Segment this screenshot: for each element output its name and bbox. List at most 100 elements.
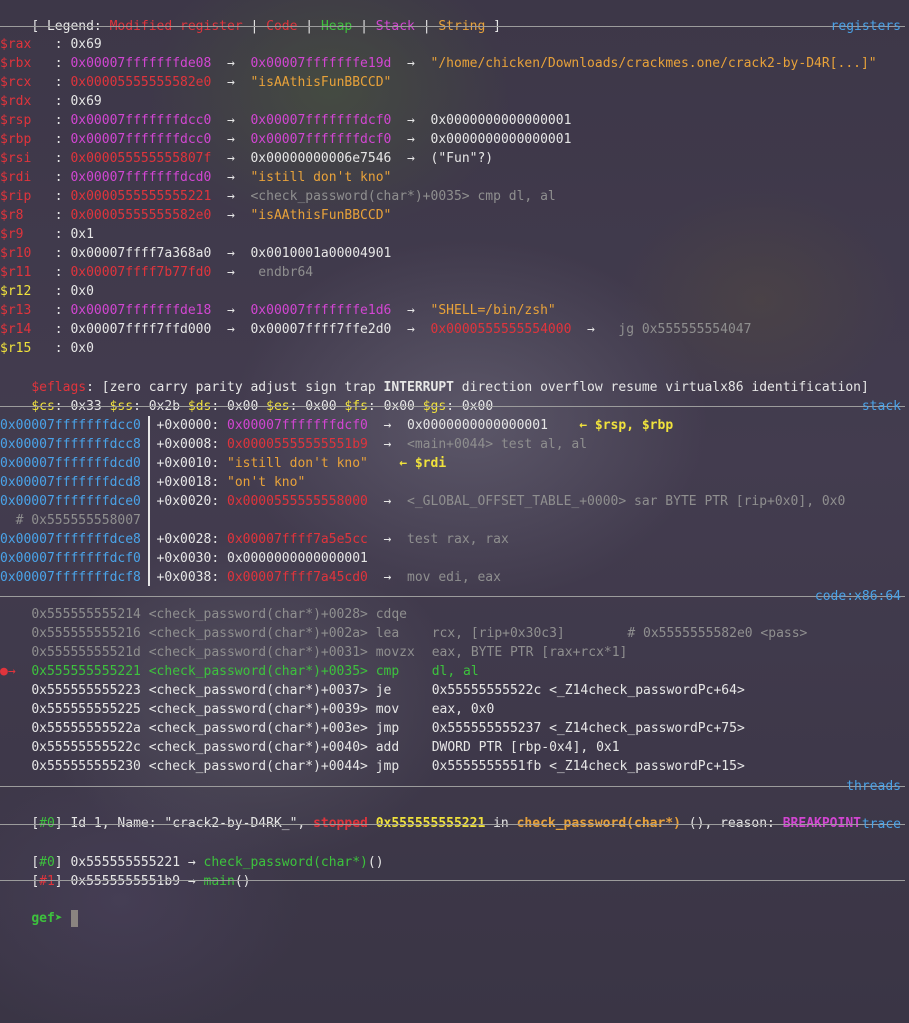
segments-line: $cs: 0x33 $ss: 0x2b $ds: 0x00 $es: 0x00 … [0,378,493,414]
register-row-rax: $rax : 0x69 [0,37,102,52]
deref-arrow: → [211,170,251,185]
register-name: $rbp [0,132,32,147]
register-value: 0x000055555555807f [70,151,212,166]
separator-end [0,880,905,881]
code-address: 0x55555555521d [31,645,141,660]
deref-arrow: → [391,132,431,147]
section-title-code: code:x86:64 [814,589,901,604]
stack-offset: +0x0000: [156,418,220,433]
code-row: 0x555555555223 <check_password(char*)+00… [0,681,744,700]
register-deref: "isAAthisFunBBCCD" [250,75,392,90]
code-address: 0x55555555522a [31,721,141,736]
deref-arrow: → [211,303,251,318]
trace-tail-0: () [367,855,384,870]
register-name: $rip [0,189,32,204]
stack-address: 0x00007fffffffdcd0 [0,456,141,471]
register-deref: 0x00007fffffffe19d [250,56,392,71]
register-deref: "isAAthisFunBBCCD" [250,208,392,223]
register-deref: ("Fun"?) [430,151,494,166]
deref-arrow: → [211,75,251,90]
register-deref: 0x00007fffffffe1d6 [250,303,392,318]
register-value: 0x0000555555555221 [70,189,212,204]
stack-deref: 0x0000000000000001 [407,418,548,433]
gef-prompt: gef➤ [31,911,63,926]
code-address: 0x555555555221 [31,664,141,679]
register-name: $rsp [0,113,32,128]
deref-arrow: → [211,322,251,337]
register-value: 0x00005555555582e0 [70,75,212,90]
trace-bracket: [ [31,874,40,889]
register-row-r11: $r11 : 0x00007ffff7b77fd0 → endbr64 [0,265,314,280]
trace-frame-1: [#1] 0x5555555551b9 → main() [0,853,250,889]
register-value: 0x0 [70,341,94,356]
stack-row: 0x00007fffffffdce0 +0x0020: 0x0000555555… [0,492,845,511]
code-mnemonic: cdqe [375,607,408,622]
thread-line: [#0] Id 1, Name: "crack2-by-D4RK_", stop… [0,795,861,831]
stack-row: 0x00007fffffffdcd8 +0x0018: "on't kno" [0,473,305,492]
code-mnemonic: cmp [375,664,400,679]
register-name: $rdx [0,94,32,109]
deref-arrow: → [391,151,431,166]
deref-arrow: → [211,189,251,204]
code-symbol: <check_password(char*)+0039> [148,702,368,717]
code-row: 0x555555555214 <check_password(char*)+00… [0,605,432,624]
stack-row-continuation: # 0x555555558007 [0,513,141,528]
code-address: 0x55555555522c [31,740,141,755]
trace-index-1: #1 [39,874,55,889]
register-value: 0x00007fffffffde08 [70,56,212,71]
register-row-r14: $r14 : 0x00007ffff7ffd000 → 0x00007ffff7… [0,322,752,337]
register-value: 0x00007fffffffdcd0 [70,170,212,185]
register-name: $r13 [0,303,32,318]
code-address: 0x555555555214 [31,607,141,622]
register-deref: "/home/chicken/Downloads/crackmes.one/cr… [430,56,877,71]
code-row: ●→ 0x555555555221 <check_password(char*)… [0,662,479,681]
stack-address: 0x00007fffffffdcc8 [0,437,141,452]
trace-function-1: main [203,874,235,889]
stack-address: 0x00007fffffffdcd8 [0,475,141,490]
register-name: $rbx [0,56,32,71]
code-symbol: <check_password(char*)+0040> [148,740,368,755]
stack-row: 0x00007fffffffdcc0 +0x0000: 0x00007fffff… [0,416,673,435]
deref-arrow: → [211,265,251,280]
code-symbol: <check_password(char*)+003e> [148,721,368,736]
register-name: $r8 [0,208,24,223]
register-value: 0x00007fffffffdcc0 [70,132,212,147]
register-row-rsp: $rsp : 0x00007fffffffdcc0 → 0x00007fffff… [0,113,572,128]
deref-arrow: → [367,570,408,585]
deref-arrow: → [367,532,408,547]
register-name: $r11 [0,265,32,280]
register-name: $r12 [0,284,32,299]
code-row: 0x555555555216 <check_password(char*)+00… [0,624,807,643]
stack-value: "on't kno" [227,475,306,490]
code-row: 0x55555555522c <check_password(char*)+00… [0,738,619,757]
deref-arrow: → [571,322,611,337]
stack-value: "istill don't kno" [227,456,368,471]
trace-frame-0: [#0] 0x555555555221 → check_password(cha… [0,834,383,870]
register-deref: <check_password(char*)+0035> cmp dl, al [250,189,556,204]
code-symbol: <check_password(char*)+0037> [148,683,368,698]
stack-offset: +0x0030: [156,551,220,566]
code-mnemonic: lea [375,626,400,641]
stack-value: 0x00007ffff7a45cd0 [227,570,368,585]
register-deref: endbr64 [250,265,314,280]
separator-stack [0,406,905,407]
code-mnemonic: mov [375,702,400,717]
register-value: 0x0 [70,284,94,299]
separator-trace [0,824,905,825]
stack-value: 0x00005555555551b9 [227,437,368,452]
stack-register-tag: ← $rsp, $rbp [579,418,674,433]
code-operands: eax, 0x0 [431,702,495,717]
code-symbol: <check_password(char*)+0044> [148,759,368,774]
register-deref: "SHELL=/bin/zsh" [430,303,556,318]
register-deref: jg 0x555555554047 [610,322,752,337]
command-prompt[interactable]: gef➤ [0,890,78,927]
register-deref: 0x0010001a00004901 [250,246,392,261]
register-value: 0x1 [70,227,94,242]
text-cursor[interactable] [70,910,78,927]
register-name: $rdi [0,170,32,185]
code-row: 0x55555555522a <check_password(char*)+00… [0,719,744,738]
register-value: 0x00007ffff7ffd000 [70,322,212,337]
deref-arrow: → [367,494,408,509]
section-title-stack: stack [861,399,901,414]
separator-registers [0,26,905,27]
